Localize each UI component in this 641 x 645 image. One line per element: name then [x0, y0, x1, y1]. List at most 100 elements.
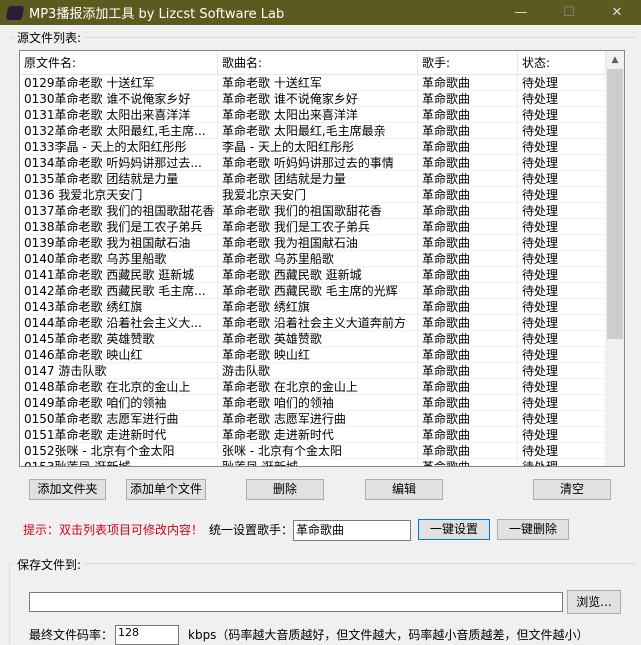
singer-label: 统一设置歌手：	[209, 523, 294, 537]
cell-status: 待处理	[518, 203, 606, 218]
column-header-status[interactable]: 状态:	[518, 51, 606, 75]
close-button[interactable]: ✕	[600, 0, 634, 25]
browse-button[interactable]: 浏览...	[567, 590, 621, 614]
table-row[interactable]: 0135革命老歌 团结就是力量 革命老歌 团结就是力量 革命歌曲 待处理	[20, 171, 606, 187]
cell-filename: 0151革命老歌 走进新时代	[20, 427, 218, 442]
cell-filename: 0133李晶 - 天上的太阳红彤彤	[20, 139, 218, 154]
cell-filename: 0143革命老歌 绣红旗	[20, 299, 218, 314]
add-folder-button[interactable]: 添加文件夹	[29, 479, 106, 500]
table-row[interactable]: 0139革命老歌 我为祖国献石油 革命老歌 我为祖国献石油 革命歌曲 待处理	[20, 235, 606, 251]
table-row[interactable]: 0136 我爱北京天安门 我爱北京天安门 革命歌曲 待处理	[20, 187, 606, 203]
cell-status: 待处理	[518, 107, 606, 122]
cell-filename: 0135革命老歌 团结就是力量	[20, 171, 218, 186]
table-row[interactable]: 0150革命老歌 志愿军进行曲 革命老歌 志愿军进行曲 革命歌曲 待处理	[20, 411, 606, 427]
table-row[interactable]: 0129革命老歌 十送红军 革命老歌 十送红军 革命歌曲 待处理	[20, 75, 606, 91]
table-row[interactable]: 0148革命老歌 在北京的金山上 革命老歌 在北京的金山上 革命歌曲 待处理	[20, 379, 606, 395]
table-row[interactable]: 0146革命老歌 映山红 革命老歌 映山红 革命歌曲 待处理	[20, 347, 606, 363]
cell-status: 待处理	[518, 123, 606, 138]
singer-input[interactable]: 革命歌曲	[293, 520, 411, 541]
edit-button[interactable]: 编辑	[365, 479, 443, 500]
cell-status: 待处理	[518, 411, 606, 426]
table-row[interactable]: 0145革命老歌 英雄赞歌 革命老歌 英雄赞歌 革命歌曲 待处理	[20, 331, 606, 347]
cell-song: 革命老歌 西藏民歌 逛新城	[218, 267, 418, 282]
cell-filename: 0146革命老歌 映山红	[20, 347, 218, 362]
maximize-button[interactable]: ☐	[552, 0, 586, 25]
table-row[interactable]: 0140革命老歌 乌苏里船歌 革命老歌 乌苏里船歌 革命歌曲 待处理	[20, 251, 606, 267]
table-row[interactable]: 0149革命老歌 咱们的领袖 革命老歌 咱们的领袖 革命歌曲 待处理	[20, 395, 606, 411]
table-row[interactable]: 0130革命老歌 谁不说俺家乡好 革命老歌 谁不说俺家乡好 革命歌曲 待处理	[20, 91, 606, 107]
table-row[interactable]: 0137革命老歌 我们的祖国歌甜花香 革命老歌 我们的祖国歌甜花香 革命歌曲 待处理	[20, 203, 606, 219]
table-row[interactable]: 0132革命老歌 太阳最红,毛主席... 革命老歌 太阳最红,毛主席最亲 革命歌曲待…	[20, 123, 606, 139]
cell-status: 待处理	[518, 171, 606, 186]
cell-status: 待处理	[518, 347, 606, 362]
cell-singer: 革命歌曲	[418, 75, 518, 90]
clear-button[interactable]: 清空	[533, 479, 611, 500]
cell-singer: 革命歌曲	[418, 427, 518, 442]
cell-filename: 0148革命老歌 在北京的金山上	[20, 379, 218, 394]
list-rows: 0129革命老歌 十送红军 革命老歌 十送红军 革命歌曲 待处理 0130革命老歌 谁不…	[20, 75, 606, 466]
table-row[interactable]: 0133李晶 - 天上的太阳红彤彤 李晶 - 天上的太阳红彤彤 革命歌曲 待处理	[20, 139, 606, 155]
cell-singer: 革命歌曲	[418, 299, 518, 314]
table-row[interactable]: 0134革命老歌 听妈妈讲那过去... 革命老歌 听妈妈讲那过去的事情 革命歌曲 待处…	[20, 155, 606, 171]
cell-singer: 革命歌曲	[418, 331, 518, 346]
cell-singer: 革命歌曲	[418, 91, 518, 106]
cell-filename: 0152张咪 - 北京有个金太阳	[20, 443, 218, 458]
delete-button[interactable]: 删除	[246, 479, 324, 500]
table-row[interactable]: 0144革命老歌 沿着社会主义大... 革命老歌 沿着社会主义大道奔前方 革命歌曲待…	[20, 315, 606, 331]
cell-filename: 0141革命老歌 西藏民歌 逛新城	[20, 267, 218, 282]
cell-singer: 革命歌曲	[418, 315, 518, 330]
cell-singer: 革命歌曲	[418, 171, 518, 186]
save-path-input[interactable]	[29, 592, 563, 612]
add-file-button[interactable]: 添加单个文件	[126, 479, 206, 500]
cell-filename: 0150革命老歌 志愿军进行曲	[20, 411, 218, 426]
cell-status: 待处理	[518, 379, 606, 394]
cell-song: 革命老歌 十送红军	[218, 75, 418, 90]
cell-filename: 0138革命老歌 我们是工农子弟兵	[20, 219, 218, 234]
table-row[interactable]: 0138革命老歌 我们是工农子弟兵 革命老歌 我们是工农子弟兵 革命歌曲 待处理	[20, 219, 606, 235]
cell-status: 待处理	[518, 427, 606, 442]
file-list[interactable]: 原文件名: 歌曲名: 歌手: 状态: 0129革命老歌 十送红军 革命老歌 十送红…	[19, 50, 625, 467]
set-all-button[interactable]: 一键设置	[418, 519, 490, 540]
cell-status: 待处理	[518, 299, 606, 314]
cell-song: 李晶 - 天上的太阳红彤彤	[218, 139, 418, 154]
cell-status: 待处理	[518, 155, 606, 170]
bitrate-input[interactable]: 128	[115, 625, 179, 645]
table-row[interactable]: 0141革命老歌 西藏民歌 逛新城 革命老歌 西藏民歌 逛新城 革命歌曲 待处理	[20, 267, 606, 283]
window-title: MP3播报添加工具 by Lizcst Software Lab	[29, 7, 285, 22]
minimize-button[interactable]: —	[504, 0, 538, 25]
cell-song: 革命老歌 映山红	[218, 347, 418, 362]
cell-status: 待处理	[518, 395, 606, 410]
cell-filename: 0131革命老歌 太阳出来喜洋洋	[20, 107, 218, 122]
table-row[interactable]: 0143革命老歌 绣红旗 革命老歌 绣红旗 革命歌曲 待处理	[20, 299, 606, 315]
cell-song: 革命老歌 团结就是力量	[218, 171, 418, 186]
cell-filename: 0136 我爱北京天安门	[20, 187, 218, 202]
cell-song: 我爱北京天安门	[218, 187, 418, 202]
cell-status: 待处理	[518, 139, 606, 154]
cell-status: 待处理	[518, 331, 606, 346]
scroll-up-icon[interactable]: ▲	[606, 51, 624, 69]
cell-song: 革命老歌 英雄赞歌	[218, 331, 418, 346]
table-row[interactable]: 0147 游击队歌 游击队歌 革命歌曲 待处理	[20, 363, 606, 379]
cell-song: 革命老歌 乌苏里船歌	[218, 251, 418, 266]
cell-status: 待处理	[518, 283, 606, 298]
table-row[interactable]: 0131革命老歌 太阳出来喜洋洋 革命老歌 太阳出来喜洋洋 革命歌曲 待处理	[20, 107, 606, 123]
delete-all-button[interactable]: 一键删除	[497, 519, 569, 540]
column-header-singer[interactable]: 歌手:	[418, 51, 518, 75]
cell-filename: 0142革命老歌 西藏民歌 毛主席...	[20, 283, 218, 298]
table-row[interactable]: 0153耿莲凤 逛新城 耿莲凤 逛新城 革命歌曲 待处理	[20, 459, 606, 466]
table-row[interactable]: 0151革命老歌 走进新时代 革命老歌 走进新时代 革命歌曲 待处理	[20, 427, 606, 443]
cell-status: 待处理	[518, 91, 606, 106]
vertical-scrollbar[interactable]: ▲	[606, 51, 624, 466]
scrollbar-thumb[interactable]	[607, 69, 623, 339]
cell-song: 革命老歌 咱们的领袖	[218, 395, 418, 410]
cell-singer: 革命歌曲	[418, 347, 518, 362]
cell-singer: 革命歌曲	[418, 123, 518, 138]
table-row[interactable]: 0142革命老歌 西藏民歌 毛主席... 革命老歌 西藏民歌 毛主席的光辉 革命歌曲…	[20, 283, 606, 299]
cell-song: 耿莲凤 逛新城	[218, 459, 418, 466]
column-header-filename[interactable]: 原文件名:	[20, 51, 218, 75]
cell-song: 革命老歌 太阳出来喜洋洋	[218, 107, 418, 122]
cell-song: 革命老歌 太阳最红,毛主席最亲	[218, 123, 418, 138]
column-header-song[interactable]: 歌曲名:	[218, 51, 418, 75]
table-row[interactable]: 0152张咪 - 北京有个金太阳 张咪 - 北京有个金太阳 革命歌曲 待处理	[20, 443, 606, 459]
cell-filename: 0149革命老歌 咱们的领袖	[20, 395, 218, 410]
